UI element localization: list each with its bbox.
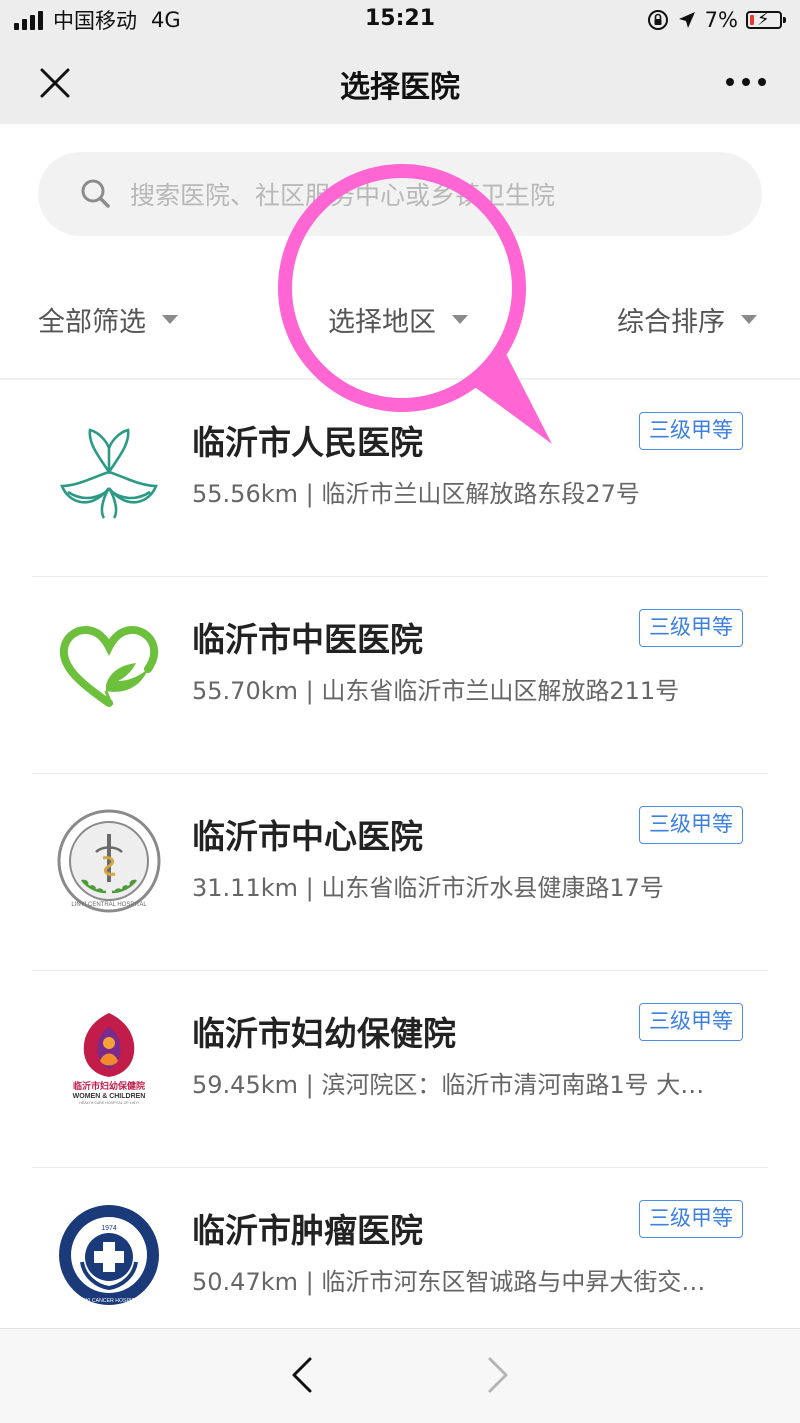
logo-text: 临沂市妇幼保健院 [73, 1080, 145, 1092]
filter-region-label: 选择地区 [328, 307, 436, 338]
page-title: 选择医院 [340, 70, 460, 105]
hospital-row[interactable]: LINYI CENTRAL HOSPITAL 临沂市中心医院 31.11km |… [0, 774, 800, 971]
search-placeholder: 搜索医院、社区服务中心或乡镇卫生院 [130, 181, 556, 210]
hospital-row[interactable]: 临沂市妇幼保健院 WOMEN & CHILDREN HEALTH CARE HO… [0, 971, 800, 1168]
hospital-distance-address: 31.11km | 山东省临沂市沂水县健康路17号 [192, 874, 664, 902]
filter-all[interactable]: 全部筛选 [38, 300, 178, 339]
filter-bar: 全部筛选 选择地区 综合排序 [0, 286, 800, 356]
hospital-distance-address: 55.56km | 临沂市兰山区解放路东段27号 [192, 480, 640, 508]
logo-text: HEALTH CARE HOSPITAL OF LINYI [79, 1101, 138, 1105]
hospital-row[interactable]: 临沂市中医医院 55.70km | 山东省临沂市兰山区解放路211号 三级甲等 [0, 577, 800, 774]
maternal-hospital-logo-icon: 临沂市妇幼保健院 WOMEN & CHILDREN HEALTH CARE HO… [73, 1013, 146, 1105]
hospital-distance-address: 55.70km | 山东省临沂市兰山区解放路211号 [192, 677, 680, 705]
caret-down-icon [162, 315, 178, 324]
battery-charging-icon: ⚡ [746, 9, 786, 30]
hospital-level-badge: 三级甲等 [639, 609, 743, 647]
logo-text: WOMEN & CHILDREN [73, 1093, 146, 1100]
filter-region[interactable]: 选择地区 [328, 300, 468, 339]
hospital-distance-address: 50.47km | 临沂市河东区智诚路与中昇大街交… [192, 1268, 706, 1296]
logo-text: LINYI CENTRAL HOSPITAL [71, 902, 147, 908]
hospital-list: 临沂市人民医院 55.56km | 临沂市兰山区解放路东段27号 三级甲等 临沂… [0, 380, 800, 1318]
hospital-row[interactable]: 1974 LINYI CANCER HOSPITAL 临沂市肿瘤医院 50.47… [0, 1168, 800, 1318]
chevron-right-icon [488, 1357, 508, 1393]
filter-sort[interactable]: 综合排序 [617, 300, 757, 339]
hospital-distance-address: 59.45km | 滨河院区：临沂市清河南路1号 大… [192, 1071, 705, 1099]
more-icon[interactable] [726, 66, 766, 98]
caret-down-icon [741, 315, 757, 324]
search-icon [81, 179, 110, 208]
hospital-level-badge: 三级甲等 [639, 806, 743, 844]
status-right: 7% ⚡ [647, 6, 786, 34]
search-input[interactable]: 搜索医院、社区服务中心或乡镇卫生院 [38, 152, 762, 236]
caret-down-icon [452, 315, 468, 324]
hospital-name: 临沂市中心医院 [192, 817, 423, 856]
hospital-name: 临沂市人民医院 [192, 423, 423, 462]
hospital-level-badge: 三级甲等 [639, 412, 743, 450]
logo-text: 1974 [101, 1225, 117, 1232]
bottom-toolbar [0, 1328, 800, 1423]
people-hospital-logo-icon [60, 428, 158, 519]
filter-all-label: 全部筛选 [38, 307, 146, 338]
filter-sort-label: 综合排序 [617, 307, 725, 338]
hospital-name: 临沂市妇幼保健院 [192, 1014, 456, 1053]
location-arrow-icon [678, 12, 695, 28]
hospital-name: 临沂市中医医院 [192, 620, 423, 659]
cancer-hospital-logo-icon: 1974 LINYI CANCER HOSPITAL [59, 1205, 159, 1305]
battery-percent: 7% [704, 8, 738, 32]
hospital-row[interactable]: 临沂市人民医院 55.56km | 临沂市兰山区解放路东段27号 三级甲等 [0, 380, 800, 577]
chevron-left-icon[interactable] [286, 1355, 318, 1395]
hospital-level-badge: 三级甲等 [639, 1003, 743, 1041]
central-hospital-logo-icon: LINYI CENTRAL HOSPITAL [57, 809, 161, 913]
hospital-name: 临沂市肿瘤医院 [192, 1211, 423, 1250]
nav-bar: 选择医院 [0, 42, 800, 124]
orientation-lock-icon [647, 10, 668, 30]
tcm-hospital-logo-icon [59, 626, 159, 707]
status-bar: 中国移动 4G 15:21 7% ⚡ [0, 0, 800, 42]
hospital-level-badge: 三级甲等 [639, 1200, 743, 1238]
logo-text: LINYI CANCER HOSPITAL [77, 1298, 140, 1304]
